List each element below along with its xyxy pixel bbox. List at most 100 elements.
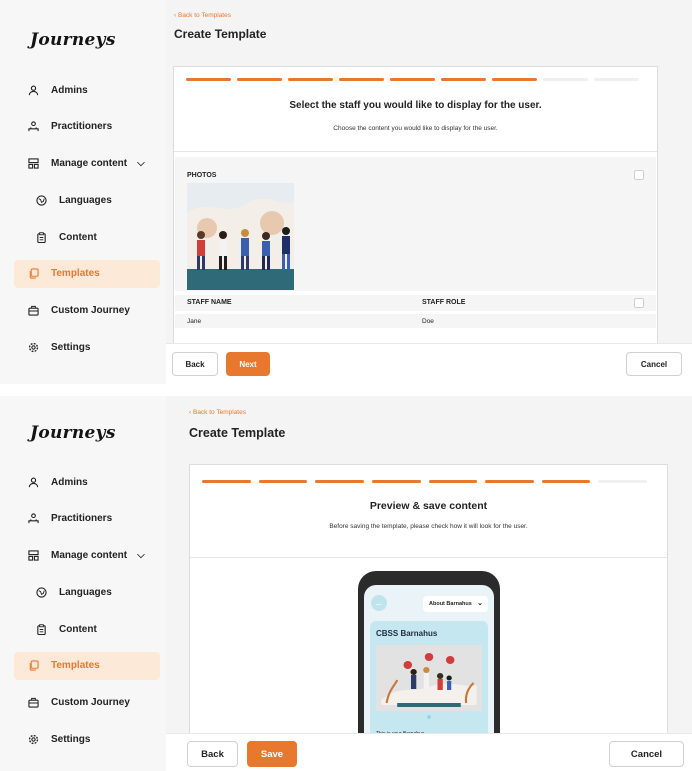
sidebar-item-label: Templates xyxy=(51,660,100,672)
user-icon xyxy=(28,477,39,488)
sidebar-item-manage-content[interactable]: Manage content ⌵ xyxy=(14,542,160,570)
progress-step-complete xyxy=(428,480,478,483)
back-button[interactable]: Back xyxy=(187,741,238,767)
sidebar-item-settings[interactable]: Settings xyxy=(14,334,160,362)
step-subtitle: Before saving the template, please check… xyxy=(329,523,528,530)
sidebar-item-content[interactable]: Content xyxy=(14,223,160,251)
progress-step-complete xyxy=(258,480,308,483)
progress-step-complete xyxy=(441,78,486,81)
progress-step-complete xyxy=(288,78,333,81)
staff-role-cell: Doe xyxy=(422,318,434,325)
staff-photo xyxy=(187,183,294,290)
page-title: Create Template xyxy=(174,27,267,41)
sidebar-item-label: Practitioners xyxy=(51,513,113,525)
sidebar-item-custom-journey[interactable]: Custom Journey xyxy=(14,689,160,717)
sidebar-item-admins[interactable]: Admins xyxy=(14,468,160,496)
back-to-templates-link[interactable]: ‹ Back to Templates xyxy=(174,12,231,19)
sidebar-item-practitioners[interactable]: Practitioners xyxy=(14,113,160,141)
carousel-dot xyxy=(427,715,431,719)
photos-checkbox[interactable] xyxy=(634,170,644,180)
user-icon xyxy=(28,85,39,96)
progress-steps xyxy=(186,78,645,81)
chevron-down-icon: ⌵ xyxy=(137,158,145,170)
progress-steps xyxy=(202,480,655,483)
step-title: Select the staff you would like to displ… xyxy=(289,100,542,111)
app-logo: Journeys xyxy=(30,30,116,50)
staff-checkbox[interactable] xyxy=(634,298,644,308)
sidebar-item-manage-content[interactable]: Manage content ⌵ xyxy=(14,150,160,178)
step-title: Preview & save content xyxy=(369,500,488,512)
divider xyxy=(190,557,667,558)
sidebar: Journeys Admins Practitioners Manage con… xyxy=(0,0,166,384)
content-icon xyxy=(28,550,39,561)
staff-table-header: STAFF NAME STAFF ROLE xyxy=(175,295,656,311)
chevron-down-icon: ⌄ xyxy=(477,600,483,607)
progress-step-complete xyxy=(186,78,231,81)
page-title: Create Template xyxy=(189,426,286,440)
copy-icon xyxy=(28,268,39,280)
phone-preview: ← About Barnahus ⌄ CBSS Barnahus xyxy=(358,571,500,741)
divider xyxy=(174,151,657,152)
sidebar-nav: Admins Practitioners Manage content ⌵ La… xyxy=(14,76,160,370)
clipboard-icon xyxy=(36,231,47,243)
sidebar: Journeys Admins Practitioners Manage con… xyxy=(0,396,166,771)
screen-step-staff: Journeys Admins Practitioners Manage con… xyxy=(0,0,692,384)
step-subtitle: Choose the content you would like to dis… xyxy=(333,125,498,132)
wizard-card: Preview & save content Before saving the… xyxy=(189,464,668,741)
main-content: Preview & save content Before saving the… xyxy=(166,460,692,771)
users-icon xyxy=(28,121,39,132)
sidebar-item-label: Languages xyxy=(59,586,112,598)
sidebar-item-practitioners[interactable]: Practitioners xyxy=(14,505,160,533)
sidebar-item-templates[interactable]: Templates xyxy=(14,259,160,288)
preview-section-select: About Barnahus ⌄ xyxy=(423,596,488,612)
sidebar-item-languages[interactable]: Languages xyxy=(14,578,160,606)
globe-icon xyxy=(36,587,47,598)
sidebar-item-languages[interactable]: Languages xyxy=(14,186,160,214)
main-content: Select the staff you would like to displ… xyxy=(166,59,692,384)
column-header-staff-role: STAFF ROLE xyxy=(422,299,466,306)
users-icon xyxy=(28,513,39,524)
gear-icon xyxy=(28,734,39,745)
progress-step-complete xyxy=(315,480,364,483)
progress-step-complete xyxy=(339,78,384,81)
back-link-label: Back to Templates xyxy=(192,409,246,416)
staff-name-cell: Jane xyxy=(187,318,202,325)
photos-label: PHOTOS xyxy=(187,172,217,179)
table-row: Jane Doe xyxy=(175,314,656,328)
sidebar-item-admins[interactable]: Admins xyxy=(14,76,160,104)
progress-step-complete xyxy=(202,480,251,483)
column-header-staff-name: STAFF NAME xyxy=(187,299,232,306)
progress-step-pending xyxy=(598,480,647,483)
sidebar-item-label: Settings xyxy=(51,734,91,746)
preview-card: CBSS Barnahus xyxy=(370,621,488,741)
sidebar-item-content[interactable]: Content xyxy=(14,615,160,643)
next-button[interactable]: Next xyxy=(226,352,270,376)
wizard-footer: Back Next Cancel xyxy=(166,343,692,384)
page-header: ‹ Back to Templates Create Template xyxy=(166,396,692,460)
wizard-card: Select the staff you would like to displ… xyxy=(173,66,658,348)
sidebar-item-label: Custom Journey xyxy=(51,305,130,317)
cancel-button[interactable]: Cancel xyxy=(609,741,684,767)
sidebar-item-templates[interactable]: Templates xyxy=(14,651,160,680)
arrow-left-icon: ← xyxy=(371,595,387,611)
sidebar-item-label: Manage content xyxy=(51,550,128,562)
save-button[interactable]: Save xyxy=(247,741,297,767)
copy-icon xyxy=(28,660,39,672)
wizard-footer: Back Save Cancel xyxy=(166,733,692,771)
progress-step-complete xyxy=(492,78,537,81)
sidebar-item-custom-journey[interactable]: Custom Journey xyxy=(14,297,160,325)
back-to-templates-link[interactable]: ‹ Back to Templates xyxy=(189,409,246,416)
sidebar-item-label: Settings xyxy=(51,342,91,354)
back-button[interactable]: Back xyxy=(172,352,218,376)
progress-step-complete xyxy=(541,480,591,483)
back-link-label: Back to Templates xyxy=(177,12,231,19)
briefcase-icon xyxy=(28,305,39,316)
preview-illustration xyxy=(376,645,482,711)
globe-icon xyxy=(36,195,47,206)
sidebar-item-label: Manage content xyxy=(51,158,128,170)
progress-step-complete xyxy=(237,78,282,81)
cancel-button[interactable]: Cancel xyxy=(626,352,682,376)
phone-screen: ← About Barnahus ⌄ CBSS Barnahus xyxy=(364,585,494,741)
sidebar-item-settings[interactable]: Settings xyxy=(14,726,160,754)
sidebar-item-label: Languages xyxy=(59,194,112,206)
